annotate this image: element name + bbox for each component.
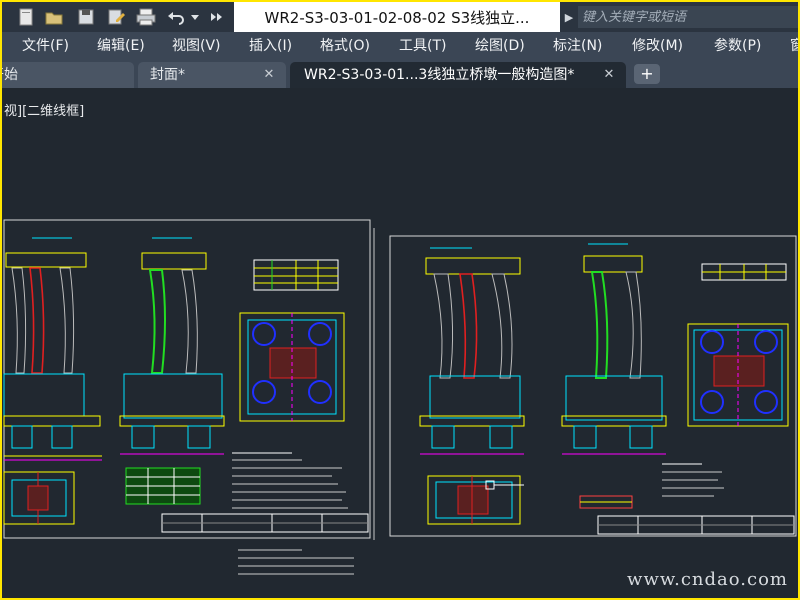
menu-dimension[interactable]: 标注(N) [553,32,602,60]
title-expand-icon[interactable]: ▶ [562,8,576,26]
close-icon[interactable]: ✕ [602,62,616,88]
new-tab-button[interactable]: + [634,64,660,84]
notes-left [232,452,348,509]
quantity-table-right [701,263,787,281]
menu-file[interactable]: 文件(F) [22,32,69,60]
saveas-icon[interactable] [104,5,128,29]
menu-draw[interactable]: 绘图(D) [475,32,525,60]
drawing-viewport[interactable]: 视][二维线框] www.cndao.com [2,88,798,598]
tab-pier-drawing-label: WR2-S3-03-01...3线独立桥墩一般构造图* [304,67,575,83]
undo-icon[interactable] [164,5,188,29]
menu-tools[interactable]: 工具(T) [399,32,446,60]
tab-cover[interactable]: 封面* ✕ [138,62,286,88]
file-tab-bar: 开始 封面* ✕ WR2-S3-03-01...3线独立桥墩一般构造图* ✕ + [2,60,798,88]
search-input[interactable] [578,6,798,29]
close-icon[interactable]: ✕ [262,62,276,88]
pier-plan-right [687,323,789,427]
menu-modify[interactable]: 修改(M) [632,32,683,60]
pier-elevation-right-2 [561,243,667,455]
pier-elevation-right-1 [419,247,525,455]
title-block-left [161,513,369,533]
pier-section-right [427,475,524,525]
menu-format[interactable]: 格式(O) [320,32,370,60]
tab-start-label: 开始 [2,67,18,83]
notes-below-left [238,549,354,575]
tab-cover-label: 封面* [150,67,185,83]
save-icon[interactable] [74,5,98,29]
print-icon[interactable] [134,5,158,29]
pier-plan-left [239,312,345,422]
title-block-right [597,515,795,535]
notes-right [662,463,724,497]
quantity-table-left [253,259,339,291]
quick-access-toolbar: WR2-S3-03-01-02-08-02 S3线独立... ▶ [2,2,798,32]
search-box[interactable] [578,6,798,29]
menubar: 文件(F) 编辑(E) 视图(V) 插入(I) 格式(O) 工具(T) 绘图(D… [2,32,798,60]
more-icon[interactable] [208,5,226,29]
cad-drawing[interactable] [2,88,798,598]
tab-start[interactable]: 开始 [2,62,134,88]
dropdown-icon[interactable] [188,5,202,29]
menu-insert[interactable]: 插入(I) [249,32,292,60]
menu-edit[interactable]: 编辑(E) [97,32,145,60]
menu-window[interactable]: 窗 [790,32,798,60]
app-window: WR2-S3-03-01-02-08-02 S3线独立... ▶ 文件(F) 编… [0,0,800,600]
detail-small-right [579,495,633,509]
pier-elevation-left-2 [119,237,225,455]
rebar-table-left [125,467,201,505]
pier-section-left [3,471,75,525]
open-icon[interactable] [42,5,66,29]
watermark: www.cndao.com [627,569,788,590]
menu-parameter[interactable]: 参数(P) [714,32,761,60]
document-title-box: WR2-S3-03-01-02-08-02 S3线独立... [234,2,560,32]
pier-elevation-left-1 [3,237,102,461]
menu-view[interactable]: 视图(V) [172,32,221,60]
document-title: WR2-S3-03-01-02-08-02 S3线独立... [264,8,530,27]
tab-pier-drawing[interactable]: WR2-S3-03-01...3线独立桥墩一般构造图* ✕ [290,62,626,88]
new-icon[interactable] [14,5,38,29]
